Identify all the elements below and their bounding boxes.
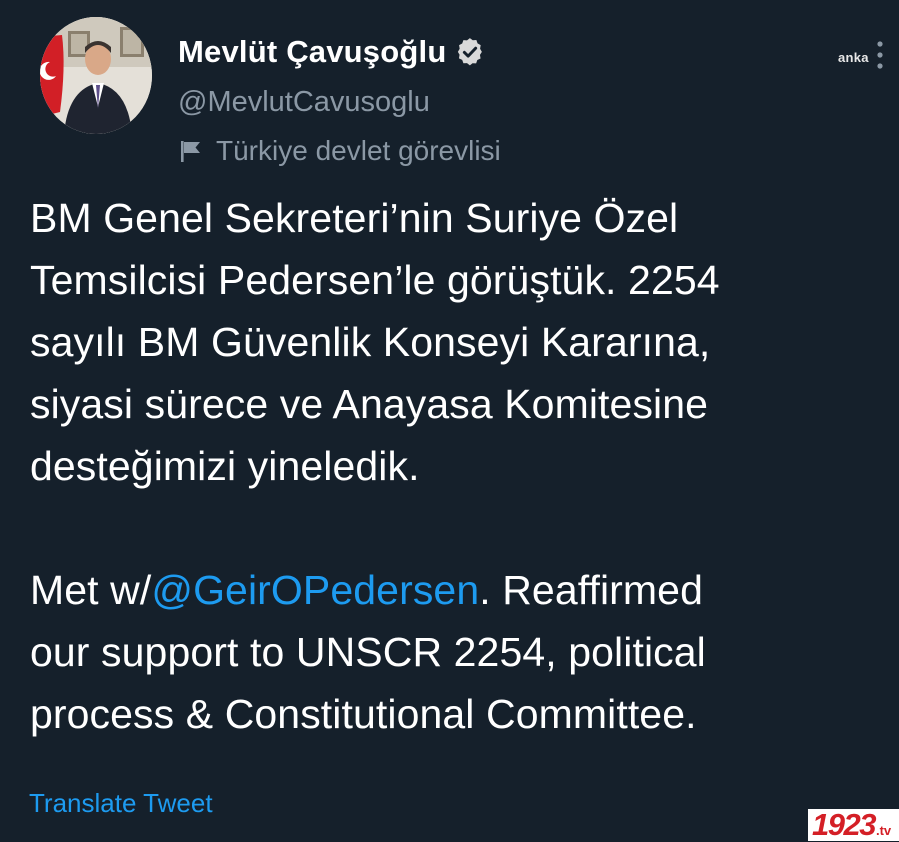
1923-tv-logo: 1923 .tv [808,809,899,841]
tweet-line: siyasi sürece ve Anayasa Komitesine [30,381,709,427]
logo-number: 1923 [812,807,876,842]
tweet-text-prefix: Met w/ [30,567,152,613]
avatar[interactable] [40,17,152,134]
tweet-line: BM Genel Sekreteri’nin Suriye Özel [30,195,679,241]
logo-suffix: .tv [875,823,892,838]
avatar-image [40,17,152,134]
tweet-text: BM Genel Sekreteri’nin Suriye Özel Temsi… [30,187,895,745]
author-display-name[interactable]: Mevlüt Çavuşoğlu [178,34,446,70]
tweet-line: Temsilcisi Pedersen’le görüştük. 2254 [30,257,720,303]
tweet-line: sayılı BM Güvenlik Konseyi Kararına, [30,319,711,365]
tweet-line: process & Constitutional Committee. [30,691,697,737]
author-name-row: Mevlüt Çavuşoğlu [178,32,485,72]
tweet-line: Met w/@GeirOPedersen. Reaffirmed [30,559,895,621]
anka-watermark: anka [838,50,869,65]
tweet-header: Mevlüt Çavuşoğlu @MevlutCavusoglu Türkiy… [0,0,899,170]
verified-badge-icon [455,37,485,67]
more-vertical-icon[interactable] [874,38,886,72]
flag-icon [178,138,204,164]
translate-tweet-link[interactable]: Translate Tweet [29,788,213,819]
account-label-text: Türkiye devlet görevlisi [216,135,501,166]
tweet-line: our support to UNSCR 2254, political [30,629,706,675]
account-label: Türkiye devlet görevlisi [178,135,501,167]
mention-link[interactable]: @GeirOPedersen [151,567,479,613]
tweet-text-suffix: . Reaffirmed [479,567,703,613]
author-handle[interactable]: @MevlutCavusoglu [178,86,430,119]
tweet-line: desteğimizi yineledik. [30,443,420,489]
